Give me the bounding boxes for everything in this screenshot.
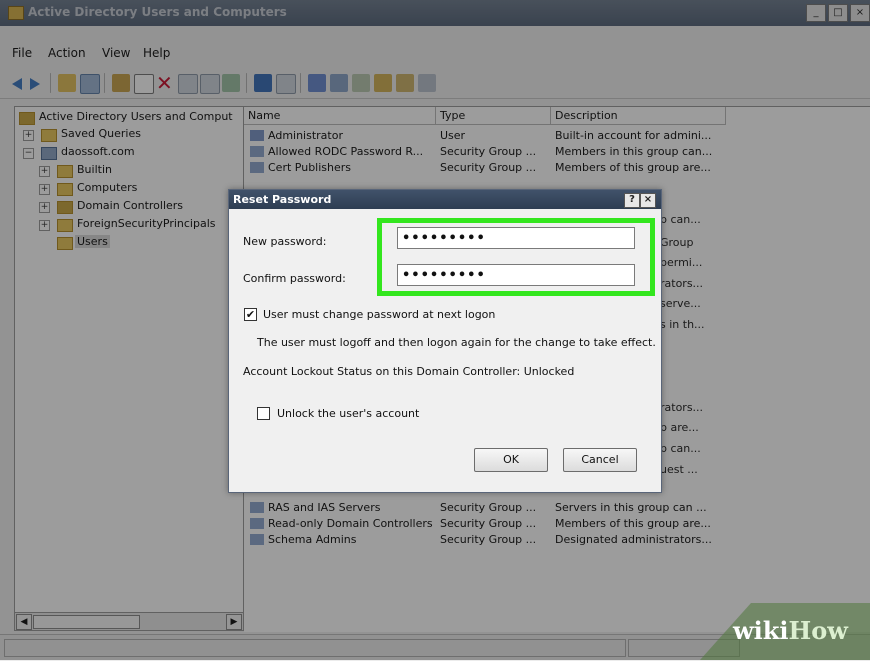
watermark-wiki: wiki [733,616,789,645]
new-password-label: New password: [243,235,327,248]
must-change-label: User must change password at next logon [263,308,496,321]
reset-password-dialog: Reset Password ? × New password: Confirm… [228,189,662,493]
lockout-status-text: Account Lockout Status on this Domain Co… [243,365,575,378]
logon-info-text: The user must logoff and then logon agai… [257,336,656,349]
aduc-window: Active Directory Users and Computers _ □… [0,0,870,661]
dialog-title-bar: Reset Password ? × [229,190,661,209]
confirm-password-label: Confirm password: [243,272,346,285]
dialog-title: Reset Password [233,193,332,206]
unlock-account-checkbox[interactable] [257,407,270,420]
dialog-close-button[interactable]: × [640,193,656,208]
ok-button[interactable]: OK [474,448,548,472]
wikihow-watermark: wikiHow [733,616,848,645]
watermark-how: How [788,616,848,645]
cancel-button[interactable]: Cancel [563,448,637,472]
help-button[interactable]: ? [624,193,640,208]
must-change-checkbox[interactable]: ✔ [244,308,257,321]
unlock-account-label: Unlock the user's account [277,407,420,420]
password-fields-highlight [377,218,655,296]
